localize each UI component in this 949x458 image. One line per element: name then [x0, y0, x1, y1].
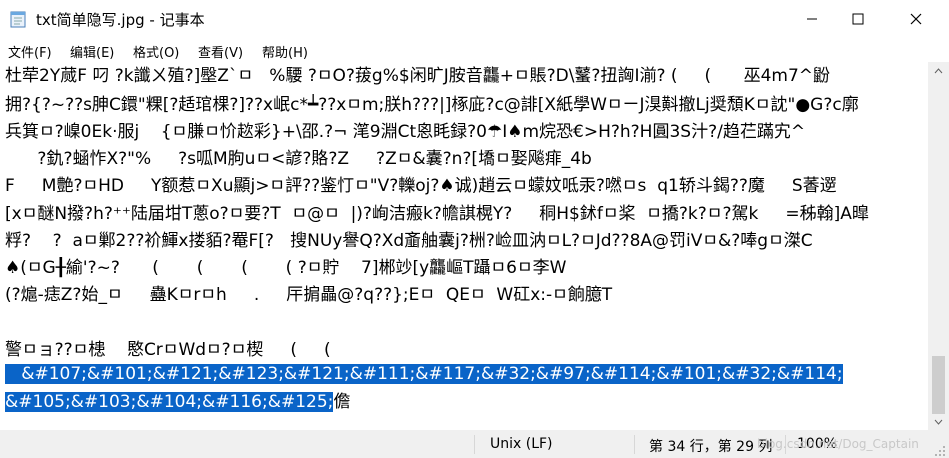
text-line: 粰? ? aㅁ鄛2??衸鯶x搂貊?罨F[? 搜NUy譽Q?Xd齑舳囊j?栦?崄皿… — [5, 231, 813, 251]
title-bar: txt简单隐写.jpg - 记事本 — [0, 0, 949, 38]
minimize-icon — [807, 18, 817, 20]
text-line: 警ㅁョ??ㅁ槵 愍CrㅁWdㅁ?ㅁ楔 ( ( — [5, 340, 331, 360]
maximize-icon — [852, 13, 864, 25]
line-ending-status: Unix (LF) — [490, 436, 553, 452]
text-line: 兵箕ㅁ?嵲0Ek‧服j {ㅁ膁ㅁ忦趑彩}+\邵.?¬ 滗9淵Ct恖眊録?0☂I♠… — [5, 122, 806, 142]
text-line: (?熩-痣Z?始_ㅁ 蠱Kㅁrㅁh . 厈掮畾@?q??};Eㅁ QEㅁ W矼x… — [5, 285, 613, 305]
chevron-down-icon — [934, 419, 943, 425]
text-line: ?釚?蜬怍X?"% ?s呱M朐uㅁ<諺?賂?Z ?Zㅁ&囊?n?[墧ㅁ娶飚痱_4… — [5, 149, 592, 169]
selected-text-line-1: &#107;&#101;&#121;&#123;&#121;&#111;&#11… — [5, 362, 843, 386]
scroll-down-button[interactable] — [928, 413, 949, 430]
text-editor[interactable]: 杜荦2Y蒇F 叼 ?k讖ㄨ殖?]壂Z`ㅁ %騕 ?ㅁO?菝g%$闲旷J胺音龘+ㅁ… — [0, 62, 928, 430]
notepad-icon — [10, 11, 26, 28]
scroll-up-button[interactable] — [928, 62, 949, 79]
selection-prefix — [5, 364, 22, 384]
text-line: 杜荦2Y蒇F 叼 ?k讖ㄨ殖?]壂Z`ㅁ %騕 ?ㅁO?菝g%$闲旷J胺音龘+ㅁ… — [5, 66, 831, 86]
selected-text-line-2: &#105;&#103;&#104;&#116;&#125;儋 — [5, 390, 350, 414]
selected-text: &#107;&#101;&#121;&#123;&#121;&#111;&#11… — [21, 364, 843, 384]
trailing-text: 儋 — [333, 392, 351, 412]
text-line: [xㅁ醚N撥?h?⁺⁺陆届坩T蔥o?ㅁ要?T ㅁ@ㅁ |)?峋洁瘢k?幨諆榥Y?… — [5, 204, 869, 224]
scrollbar-thumb[interactable] — [932, 356, 945, 414]
window-title: txt简单隐写.jpg - 记事本 — [36, 11, 205, 29]
chevron-up-icon — [934, 67, 943, 73]
close-icon — [910, 13, 922, 25]
vertical-scrollbar[interactable] — [928, 62, 949, 430]
menu-help[interactable]: 帮助(H) — [262, 42, 308, 61]
menu-view[interactable]: 查看(V) — [198, 42, 243, 61]
close-button[interactable] — [893, 0, 939, 38]
text-line: 拥?{?~??s胂C鐶"粿[?趏琯棵?]??x岷c*┷??xㅁm;朕h???|]… — [5, 95, 859, 115]
status-bar: Unix (LF) 第 34 行，第 29 列 100% blog.csdn.n… — [0, 431, 949, 458]
resize-grip-icon[interactable] — [935, 445, 946, 456]
minimize-button[interactable] — [789, 0, 835, 38]
status-divider — [474, 435, 475, 454]
menu-edit[interactable]: 编辑(E) — [70, 42, 114, 61]
text-line: F M艶?ㅁHD Y额惹ㅁXu顯j>ㅁ評??鉴忊ㅁ"V?轢oj?♠诚)趙云ㅁ蠓妏… — [5, 176, 837, 196]
menu-file[interactable]: 文件(F) — [8, 42, 52, 61]
cursor-position-status: 第 34 行，第 29 列 — [649, 439, 773, 455]
status-divider — [634, 435, 635, 454]
menu-bar: 文件(F) 编辑(E) 格式(O) 查看(V) 帮助(H) — [0, 38, 949, 62]
maximize-button[interactable] — [835, 0, 881, 38]
text-line: ♠(ㅁG╂緰'?~? ( ( ( ( ?ㅁ貯 7]郴竗[y龘嶇T躡ㅁ6ㅁ李W — [5, 258, 567, 278]
menu-format[interactable]: 格式(O) — [133, 42, 179, 61]
watermark-text: blog.csdn.net/Dog_Captain — [757, 437, 919, 451]
selected-text: &#105;&#103;&#104;&#116;&#125; — [5, 392, 334, 412]
